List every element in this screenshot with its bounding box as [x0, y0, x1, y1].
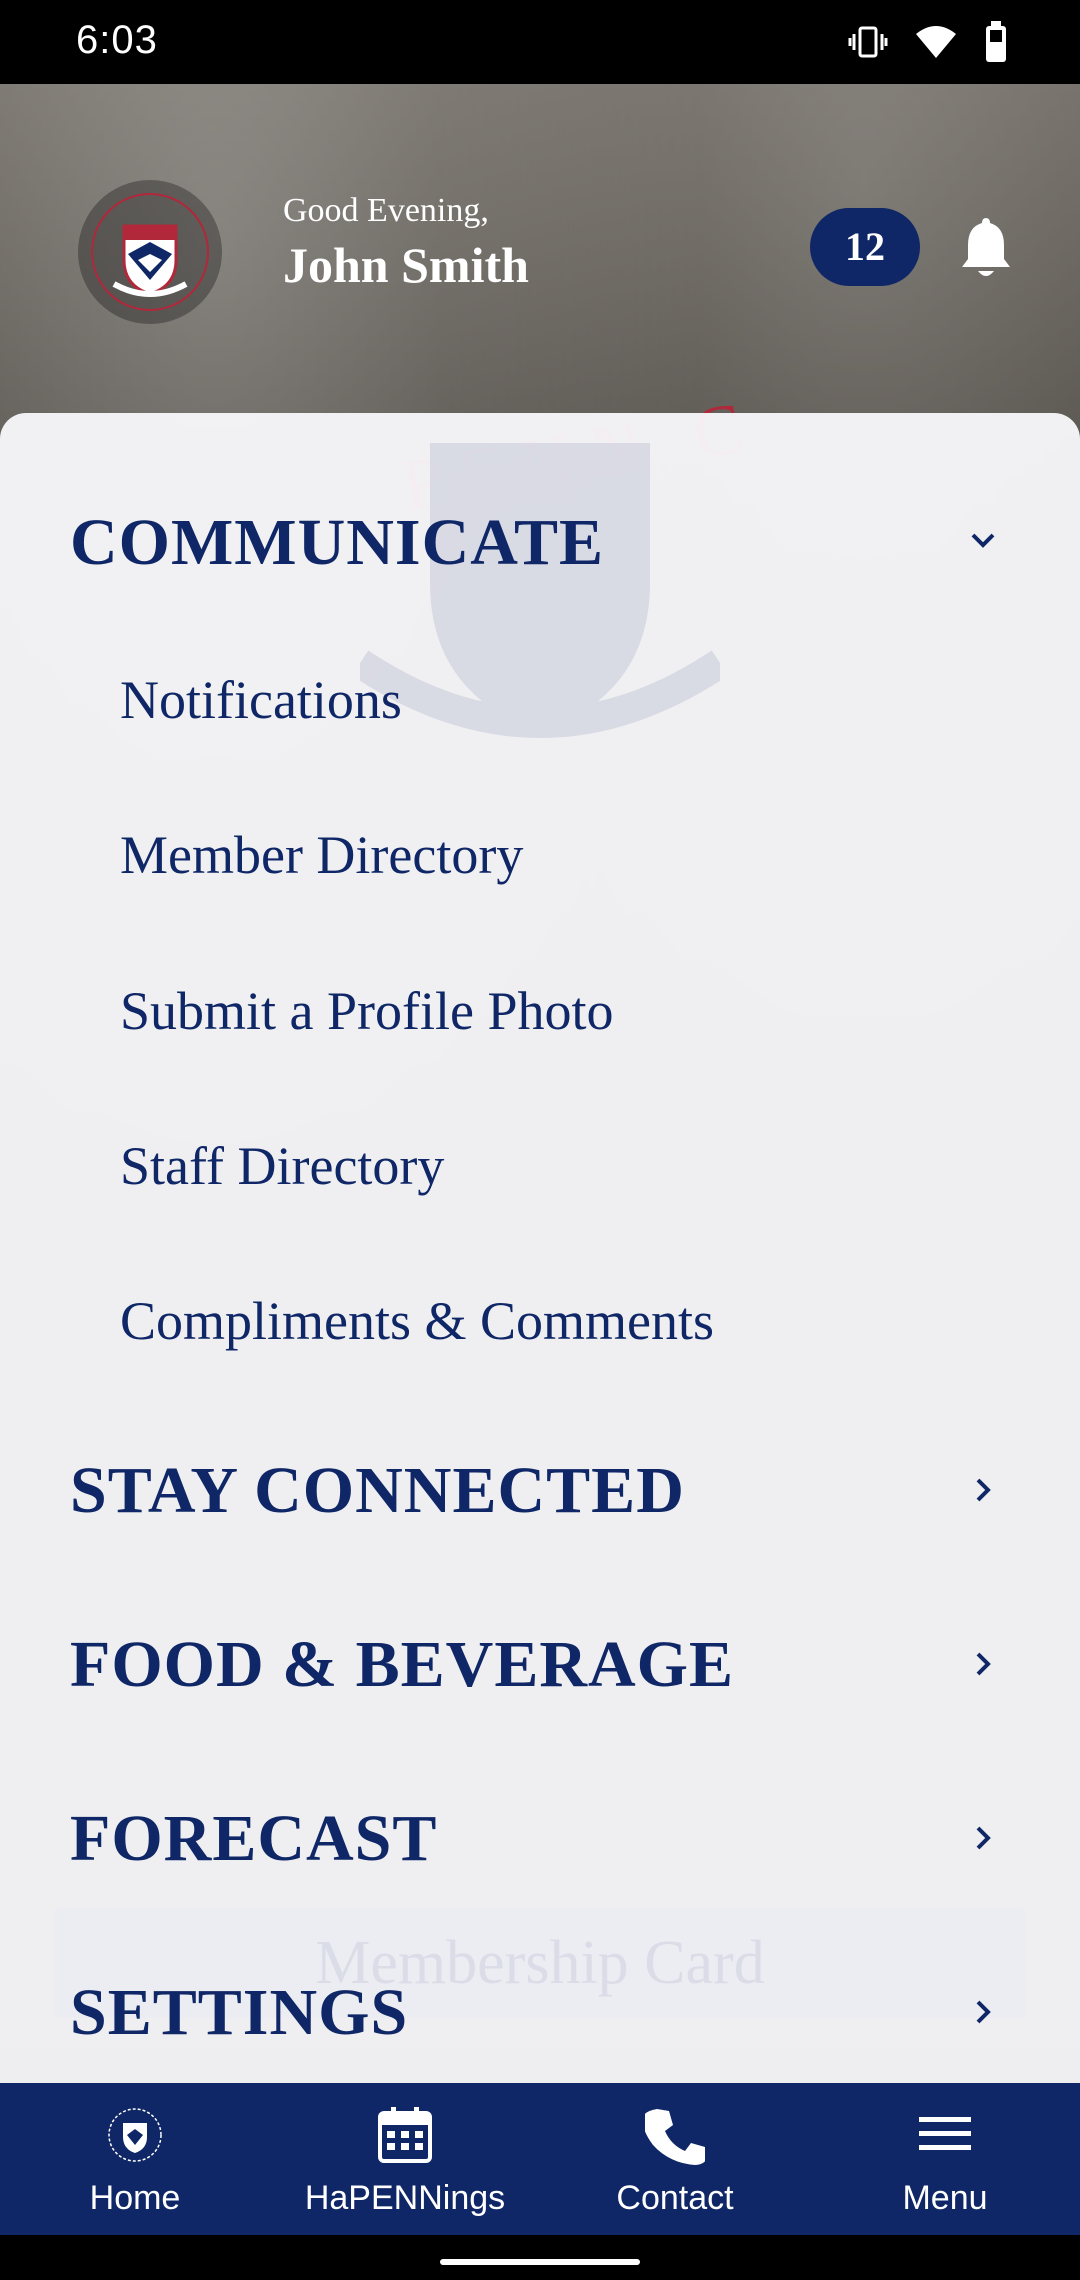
section-food-beverage[interactable]: FOOD & BEVERAGE — [70, 1627, 734, 1703]
menu-item-compliments-comments[interactable]: Compliments & Comments — [120, 1290, 714, 1352]
nav-home[interactable]: Home — [0, 2083, 270, 2235]
menu-item-member-directory[interactable]: Member Directory — [120, 824, 523, 886]
chevron-right-icon[interactable] — [968, 1823, 998, 1853]
nav-menu-label: Menu — [902, 2179, 988, 2217]
status-time: 6:03 — [76, 18, 158, 62]
bell-icon[interactable] — [958, 214, 1014, 280]
penn-club-crest-icon — [91, 193, 209, 311]
notification-count-badge[interactable]: 12 — [810, 208, 920, 286]
bottom-nav: Home HaPENNings Contact Menu — [0, 2083, 1080, 2235]
section-forecast[interactable]: FORECAST — [70, 1801, 437, 1877]
header: Good Evening, John Smith 12 — [0, 84, 1080, 414]
nav-contact[interactable]: Contact — [540, 2083, 810, 2235]
hamburger-menu-icon — [919, 2117, 971, 2150]
user-name: John Smith — [283, 237, 529, 293]
section-stay-connected[interactable]: STAY CONNECTED — [70, 1453, 685, 1529]
phone-icon — [645, 2109, 705, 2165]
nav-hapennings-label: HaPENNings — [304, 2179, 506, 2217]
chevron-down-icon[interactable] — [968, 525, 998, 555]
home-gesture-bar[interactable] — [440, 2259, 640, 2265]
menu-item-staff-directory[interactable]: Staff Directory — [120, 1135, 444, 1197]
section-settings[interactable]: SETTINGS — [70, 1975, 408, 2051]
greeting-text: Good Evening, — [283, 192, 489, 229]
status-icons — [848, 20, 1008, 64]
wifi-icon — [916, 26, 956, 58]
section-communicate[interactable]: COMMUNICATE — [70, 505, 604, 581]
club-logo-icon — [108, 2108, 162, 2162]
watermark-crest-icon — [360, 443, 720, 738]
vibrate-icon — [848, 26, 888, 58]
status-bar: 6:03 — [0, 0, 1080, 84]
chevron-right-icon[interactable] — [968, 1649, 998, 1679]
chevron-right-icon[interactable] — [968, 1475, 998, 1505]
gesture-area — [0, 2235, 1080, 2280]
nav-home-label: Home — [89, 2179, 181, 2217]
menu-item-submit-profile-photo[interactable]: Submit a Profile Photo — [120, 980, 614, 1042]
battery-icon — [986, 21, 1006, 62]
nav-menu[interactable]: Menu — [810, 2083, 1080, 2235]
calendar-icon — [378, 2107, 432, 2163]
chevron-right-icon[interactable] — [968, 1997, 998, 2027]
club-logo[interactable] — [78, 180, 222, 324]
menu-item-notifications[interactable]: Notifications — [120, 669, 402, 731]
nav-hapennings[interactable]: HaPENNings — [270, 2083, 540, 2235]
menu-sheet: COMMUNICATE Notifications Member Directo… — [0, 413, 1080, 2083]
nav-contact-label: Contact — [616, 2179, 734, 2217]
